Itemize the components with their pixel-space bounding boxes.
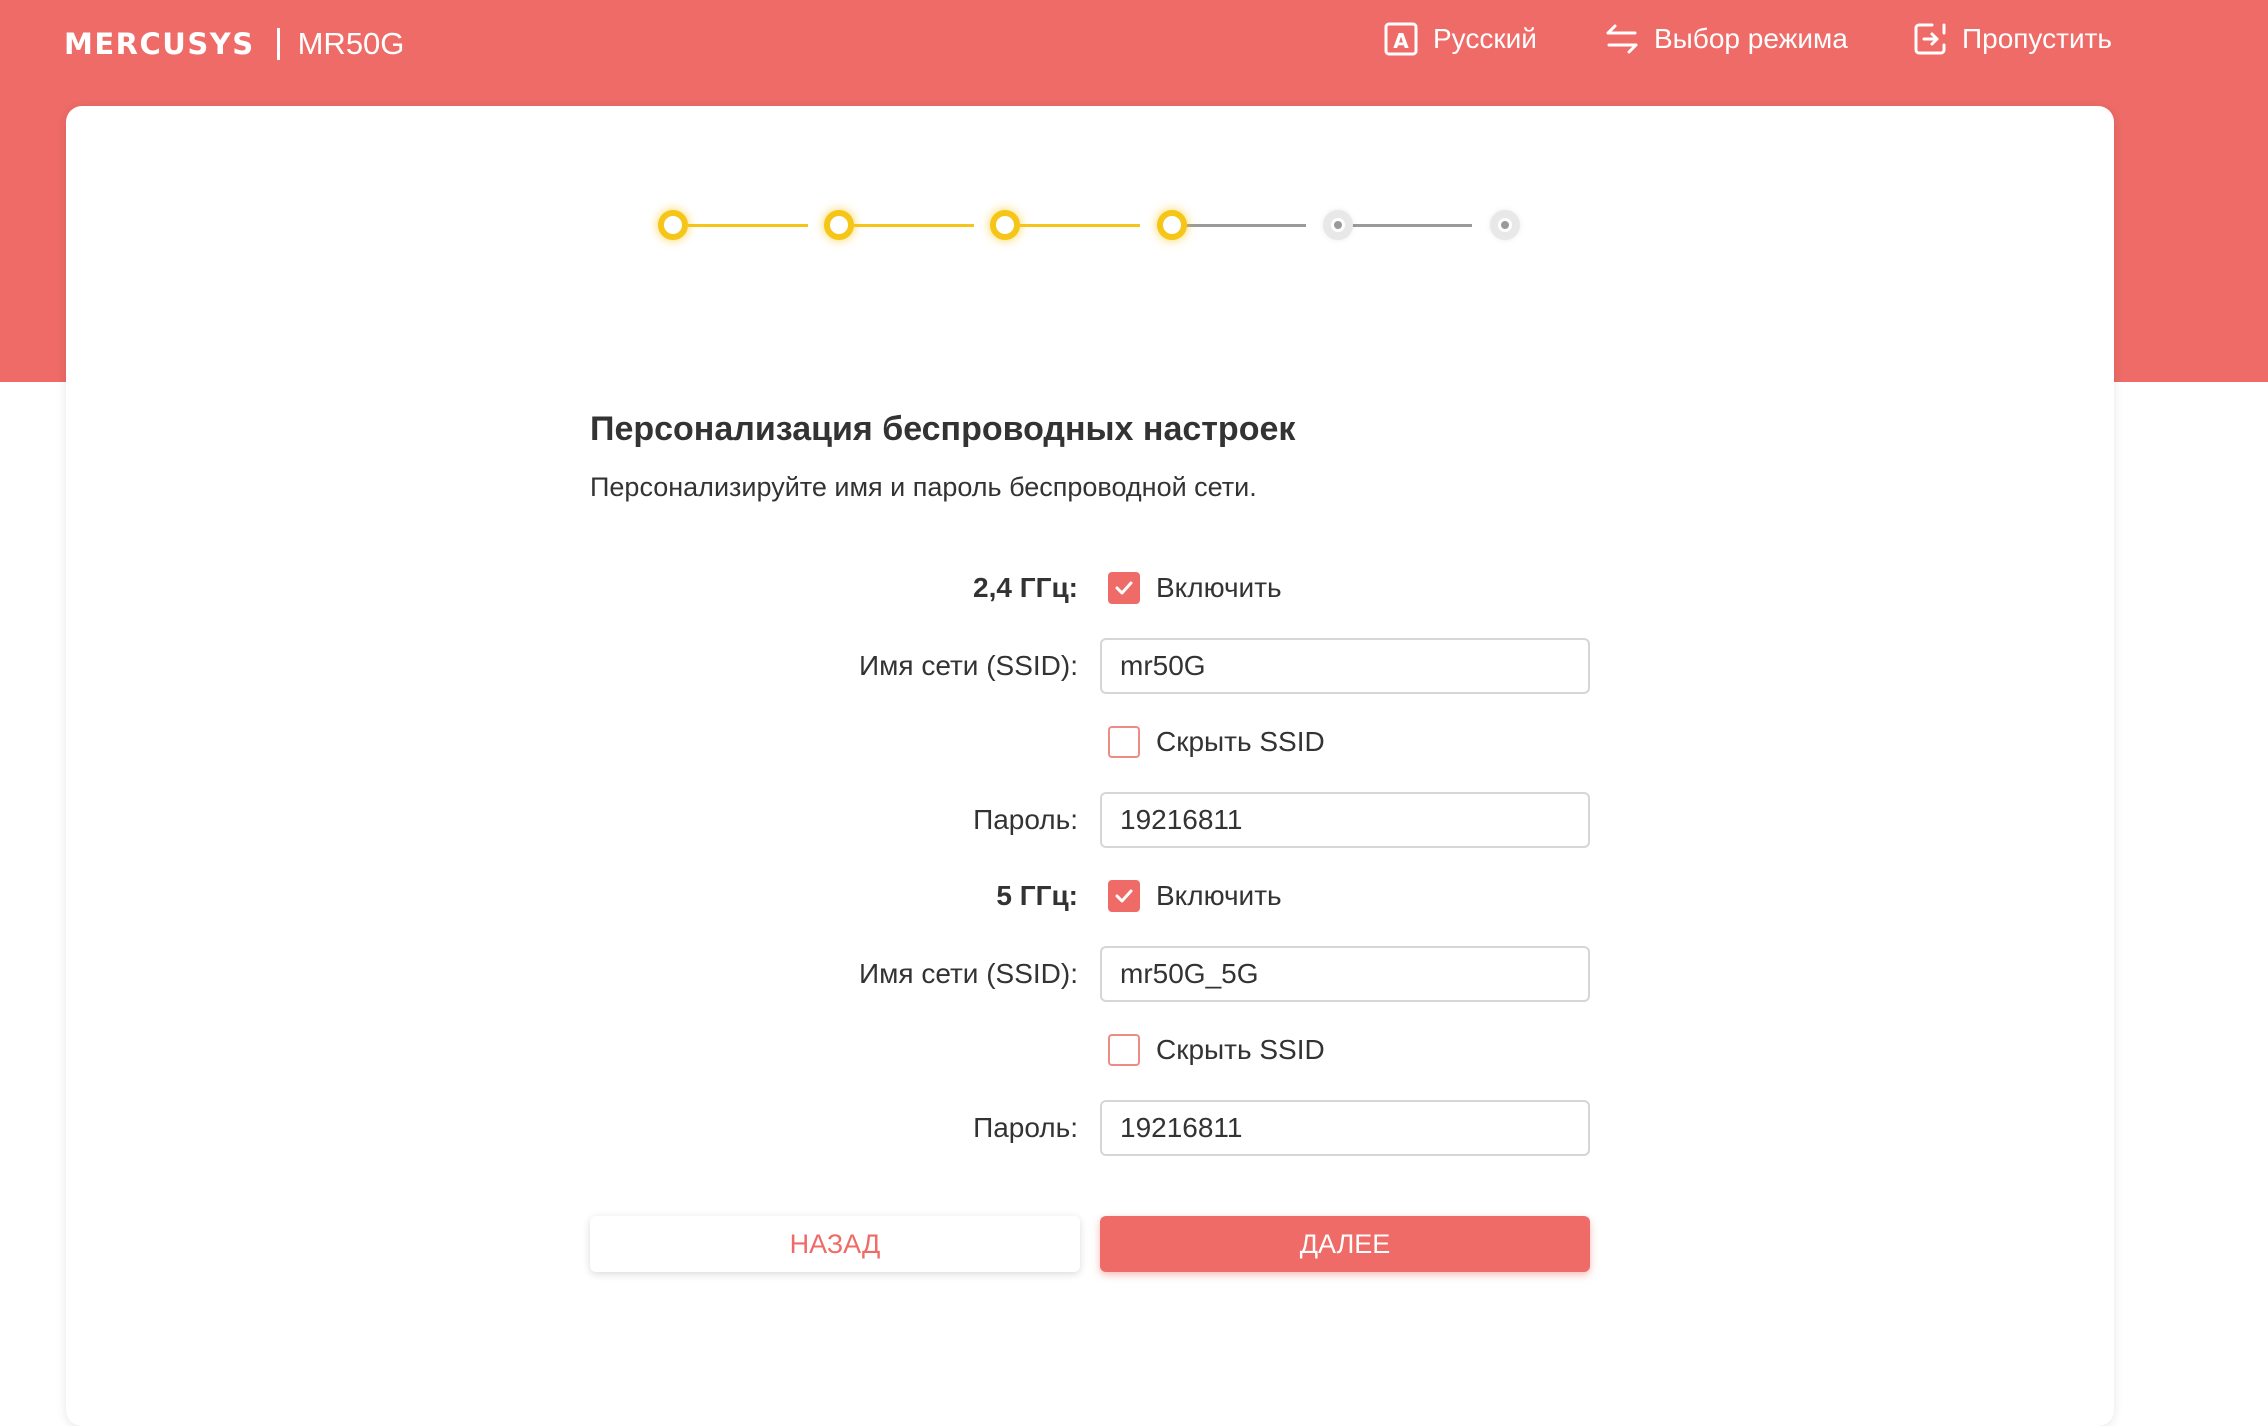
band-5-enable-label: Включить (1156, 880, 1282, 911)
band-24-password-input[interactable] (1100, 792, 1590, 848)
step-connector-2 (854, 224, 974, 227)
checkmark-icon (1115, 581, 1133, 595)
band-24-password-label: Пароль: (973, 804, 1078, 835)
band-5-hide-ssid-checkbox[interactable] (1108, 1034, 1140, 1066)
band-24-label: 2,4 ГГц: (973, 572, 1078, 603)
step-dot-3 (990, 210, 1020, 240)
page-subtitle: Персонализируйте имя и пароль беспроводн… (590, 472, 1257, 502)
band-24-enable-label: Включить (1156, 572, 1282, 603)
band-5-hide-ssid-label: Скрыть SSID (1156, 1034, 1325, 1065)
band-24-hide-ssid-label: Скрыть SSID (1156, 726, 1325, 757)
step-dot-4 (1157, 210, 1187, 240)
band-5-label: 5 ГГц: (996, 880, 1078, 911)
step-connector-4 (1186, 224, 1306, 227)
band-24-ssid-label: Имя сети (SSID): (859, 650, 1078, 681)
band-5-ssid-label: Имя сети (SSID): (859, 958, 1078, 989)
wizard-card (66, 106, 2114, 1426)
band-24-hide-ssid-checkbox[interactable] (1108, 726, 1140, 758)
step-connector-5 (1352, 224, 1472, 227)
checkmark-icon (1115, 889, 1133, 903)
step-connector-3 (1020, 224, 1140, 227)
band-5-ssid-input[interactable] (1100, 946, 1590, 1002)
page-title: Персонализация беспроводных настроек (590, 410, 1296, 448)
step-connector-1 (688, 224, 808, 227)
band-5-password-label: Пароль: (973, 1112, 1078, 1143)
step-dot-2 (824, 210, 854, 240)
step-dot-1 (658, 210, 688, 240)
band-24-ssid-input[interactable] (1100, 638, 1590, 694)
step-dot-5 (1323, 210, 1353, 240)
back-button[interactable]: НАЗАД (590, 1216, 1080, 1272)
band-5-enable-checkbox[interactable] (1108, 880, 1140, 912)
progress-stepper (0, 0, 2268, 300)
next-button[interactable]: ДАЛЕЕ (1100, 1216, 1590, 1272)
step-dot-6 (1490, 210, 1520, 240)
band-24-enable-checkbox[interactable] (1108, 572, 1140, 604)
band-5-password-input[interactable] (1100, 1100, 1590, 1156)
